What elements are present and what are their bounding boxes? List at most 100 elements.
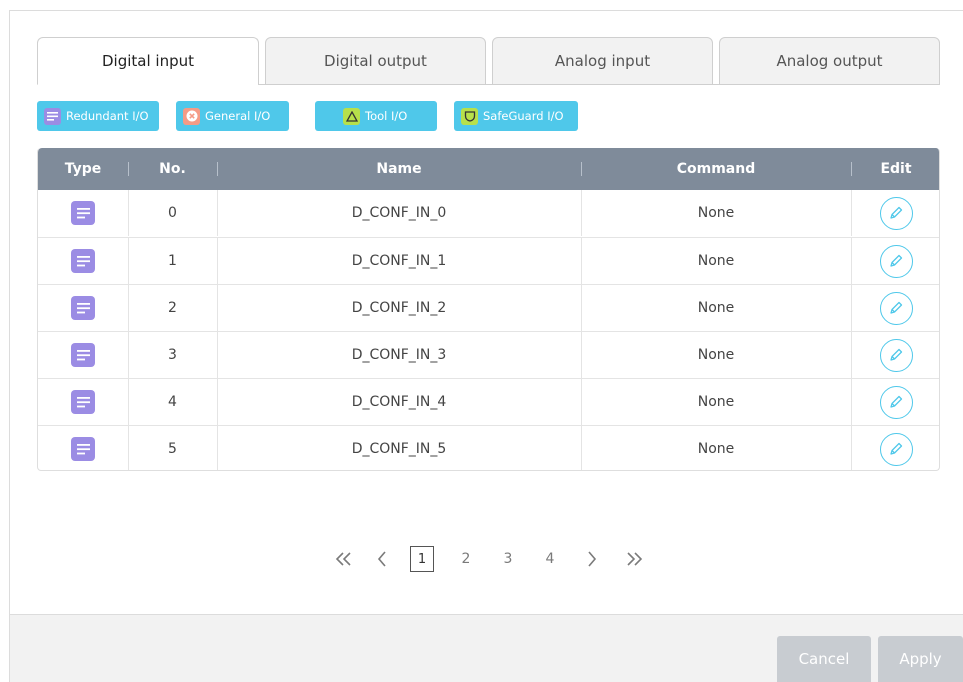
column-divider — [851, 379, 852, 425]
tab-analog-output[interactable]: Analog output — [719, 37, 940, 85]
name-cell: D_CONF_IN_1 — [351, 253, 447, 269]
column-divider — [128, 190, 129, 236]
column-divider — [217, 379, 218, 425]
tab-label: Analog output — [776, 52, 883, 70]
page-2[interactable]: 2 — [454, 542, 478, 576]
no-cell: 5 — [168, 441, 177, 457]
name-cell: D_CONF_IN_0 — [351, 205, 447, 221]
legend-label: SafeGuard I/O — [483, 109, 564, 123]
table-row: 2 D_CONF_IN_2 None — [38, 284, 939, 331]
name-cell: D_CONF_IN_3 — [351, 347, 447, 363]
edit-pencil-icon[interactable] — [879, 385, 913, 419]
tab-label: Digital input — [102, 52, 194, 70]
name-cell: D_CONF_IN_2 — [351, 300, 447, 316]
column-divider — [217, 190, 218, 236]
io-tabs: Digital input Digital output Analog inpu… — [37, 37, 940, 85]
edit-pencil-icon[interactable] — [879, 291, 913, 325]
edit-pencil-icon[interactable] — [879, 244, 913, 278]
next-page-icon[interactable] — [580, 542, 604, 576]
type-cell — [38, 285, 128, 331]
redundant-io-icon — [71, 201, 95, 225]
command-cell: None — [697, 205, 735, 221]
column-divider — [217, 285, 218, 331]
table-header: Type No. Name Command Edit — [38, 148, 939, 190]
command-cell: None — [697, 347, 735, 363]
column-divider — [128, 332, 129, 378]
column-header-type: Type — [64, 161, 102, 177]
edit-cell — [851, 285, 939, 331]
triangle-icon — [343, 107, 360, 125]
redundant-io-icon — [71, 249, 95, 273]
page-3[interactable]: 3 — [496, 542, 520, 576]
first-page-icon[interactable] — [330, 542, 358, 576]
column-header-name: Name — [376, 161, 422, 177]
type-cell — [38, 332, 128, 378]
column-header-edit: Edit — [880, 161, 912, 177]
column-divider — [581, 285, 582, 331]
cancel-button[interactable]: Cancel — [777, 636, 871, 682]
legend-tool-io: Tool I/O — [315, 101, 437, 131]
column-divider — [581, 238, 582, 284]
legend-label: Tool I/O — [365, 109, 408, 123]
tab-digital-input[interactable]: Digital input — [37, 37, 259, 85]
legend-safeguard-io: SafeGuard I/O — [454, 101, 578, 131]
page-1[interactable]: 1 — [410, 546, 434, 572]
table-row: 3 D_CONF_IN_3 None — [38, 331, 939, 378]
no-cell: 0 — [168, 205, 177, 221]
tab-digital-output[interactable]: Digital output — [265, 37, 486, 85]
command-cell: None — [697, 300, 735, 316]
column-divider — [851, 190, 852, 236]
column-divider — [217, 332, 218, 378]
redundant-io-icon — [71, 437, 95, 461]
edit-cell — [851, 190, 939, 236]
column-divider — [217, 426, 218, 470]
x-circle-icon — [183, 107, 200, 125]
edit-pencil-icon[interactable] — [879, 338, 913, 372]
type-cell — [38, 379, 128, 425]
command-cell: None — [697, 441, 735, 457]
name-cell: D_CONF_IN_4 — [351, 394, 447, 410]
edit-cell — [851, 426, 939, 470]
apply-button[interactable]: Apply — [878, 636, 963, 682]
page-4[interactable]: 4 — [538, 542, 562, 576]
name-cell: D_CONF_IN_5 — [351, 441, 447, 457]
shield-icon — [461, 107, 478, 125]
column-divider — [128, 379, 129, 425]
redundant-io-icon — [71, 390, 95, 414]
column-divider — [217, 238, 218, 284]
column-divider — [128, 238, 129, 284]
previous-page-icon[interactable] — [370, 542, 394, 576]
legend-label: Redundant I/O — [66, 109, 149, 123]
edit-cell — [851, 379, 939, 425]
column-divider — [851, 238, 852, 284]
column-header-command: Command — [676, 161, 756, 177]
legend-label: General I/O — [205, 109, 271, 123]
column-divider — [581, 426, 582, 470]
column-divider — [128, 426, 129, 470]
legend-general-io: General I/O — [176, 101, 289, 131]
pagination: 1 2 3 4 — [330, 542, 650, 576]
tab-label: Analog input — [554, 52, 651, 70]
tab-analog-input[interactable]: Analog input — [492, 37, 713, 85]
edit-cell — [851, 332, 939, 378]
type-cell — [38, 426, 128, 470]
column-divider — [581, 379, 582, 425]
column-divider — [851, 285, 852, 331]
redundant-io-icon — [71, 343, 95, 367]
tab-label: Digital output — [324, 52, 427, 70]
edit-pencil-icon[interactable] — [879, 432, 913, 466]
command-cell: None — [697, 253, 735, 269]
table-row: 1 D_CONF_IN_1 None — [38, 237, 939, 284]
type-cell — [38, 238, 128, 284]
tabs-divider — [258, 84, 940, 85]
no-cell: 2 — [168, 300, 177, 316]
no-cell: 4 — [168, 394, 177, 410]
table-row: 5 D_CONF_IN_5 None — [38, 425, 939, 470]
edit-cell — [851, 238, 939, 284]
io-table: Type No. Name Command Edit 0 D_CONF_IN_0 N… — [37, 148, 940, 471]
legend-redundant-io: Redundant I/O — [37, 101, 159, 131]
lines-icon — [44, 107, 61, 125]
column-header-no: No. — [159, 161, 186, 177]
edit-pencil-icon[interactable] — [879, 196, 913, 230]
last-page-icon[interactable] — [620, 542, 648, 576]
